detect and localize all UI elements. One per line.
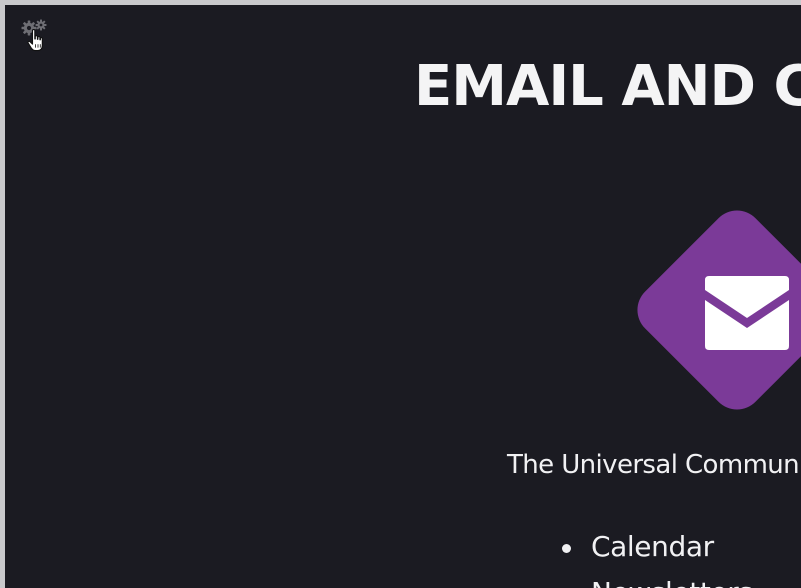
feature-list: Calendar Newsletters: [556, 524, 753, 588]
list-item: Calendar: [556, 524, 753, 570]
page-title: EMAIL AND CALENDAR: [414, 54, 801, 119]
gears-icon: [21, 19, 47, 52]
list-item: Newsletters: [556, 570, 753, 588]
settings-button[interactable]: [20, 19, 50, 53]
envelope-icon: [637, 210, 801, 410]
app-window: EMAIL AND CALENDAR The Universal Communi…: [0, 0, 801, 588]
tagline: The Universal Communication App: [507, 450, 801, 480]
app-logo: [629, 202, 801, 417]
